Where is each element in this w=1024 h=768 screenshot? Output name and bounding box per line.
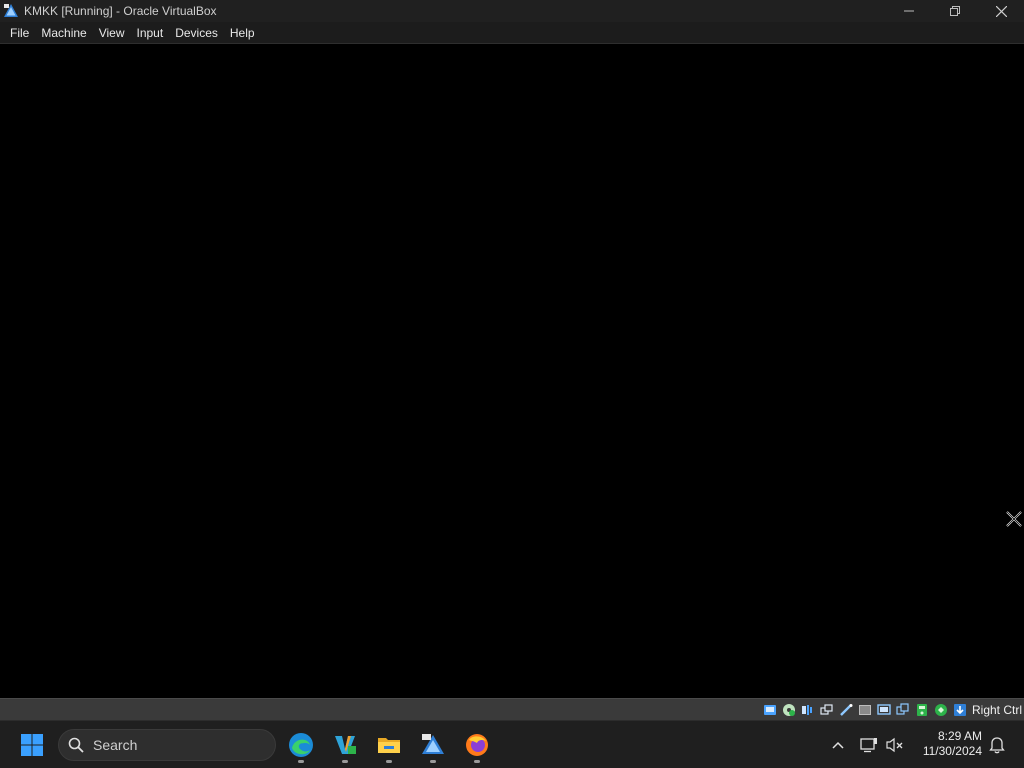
host-key-label[interactable]: Right Ctrl — [972, 703, 1022, 717]
taskbar-clock[interactable]: 8:29 AM 11/30/2024 — [912, 729, 988, 761]
taskbar-app-virtualbox[interactable] — [413, 727, 453, 763]
network-icon[interactable] — [820, 702, 835, 717]
search-label: Search — [93, 737, 138, 753]
close-icon — [995, 5, 1007, 17]
clock-time: 8:29 AM — [937, 729, 982, 743]
network-monitor-icon — [860, 738, 877, 753]
mouse-integration-icon[interactable] — [953, 702, 968, 717]
running-indicator — [430, 760, 436, 763]
display-icon[interactable] — [877, 702, 892, 717]
close-button[interactable] — [978, 0, 1024, 22]
menu-machine[interactable]: Machine — [35, 22, 92, 44]
audio-icon[interactable] — [801, 702, 816, 717]
network-status-button[interactable] — [858, 735, 880, 755]
virtualbox-icon[interactable] — [2, 2, 20, 20]
bell-icon — [989, 737, 1005, 754]
search-icon — [67, 736, 85, 754]
title-bar[interactable]: KMKK [Running] - Oracle VirtualBox — [0, 0, 1024, 22]
show-hidden-icons-button[interactable] — [828, 735, 848, 755]
move-cursor-icon — [1006, 511, 1022, 527]
menu-view[interactable]: View — [93, 22, 131, 44]
shared-folders-icon[interactable] — [858, 702, 873, 717]
vm-status-bar: Right Ctrl — [0, 698, 1024, 720]
menu-devices[interactable]: Devices — [169, 22, 224, 44]
volume-muted-icon — [886, 737, 903, 753]
taskbar-app-visual-studio[interactable] — [325, 727, 365, 763]
taskbar: Search 8:29 AM 11/30/2024 — [0, 720, 1024, 768]
taskbar-app-firefox[interactable] — [457, 727, 497, 763]
menu-help[interactable]: Help — [224, 22, 261, 44]
visual-studio-icon — [335, 736, 356, 754]
restore-icon — [950, 6, 960, 16]
running-indicator — [342, 760, 348, 763]
optical-drive-icon[interactable] — [782, 702, 797, 717]
taskbar-app-edge[interactable] — [281, 727, 321, 763]
running-indicator — [386, 760, 392, 763]
usb-icon[interactable] — [839, 702, 854, 717]
hard-disk-icon[interactable] — [763, 702, 778, 717]
menu-file[interactable]: File — [4, 22, 35, 44]
cpu-icon[interactable] — [934, 702, 949, 717]
taskbar-search[interactable]: Search — [58, 729, 276, 761]
menu-bar: File Machine View Input Devices Help — [0, 22, 1024, 44]
notifications-button[interactable] — [986, 735, 1008, 755]
running-indicator — [474, 760, 480, 763]
minimize-icon — [904, 10, 914, 12]
chevron-up-icon — [832, 741, 844, 749]
virtualbox-icon — [422, 734, 444, 754]
recording-icon[interactable] — [896, 702, 911, 717]
windows-logo-icon — [21, 734, 43, 756]
minimize-button[interactable] — [886, 0, 932, 22]
file-explorer-icon — [378, 738, 400, 753]
running-indicator — [298, 760, 304, 763]
taskbar-app-file-explorer[interactable] — [369, 727, 409, 763]
vrde-icon[interactable] — [915, 702, 930, 717]
window-controls — [886, 0, 1024, 22]
start-button[interactable] — [12, 727, 52, 763]
clock-date: 11/30/2024 — [922, 744, 982, 758]
window-title: KMKK [Running] - Oracle VirtualBox — [24, 4, 217, 18]
volume-button[interactable] — [884, 735, 906, 755]
vm-screen[interactable] — [0, 44, 1024, 698]
edge-icon — [289, 733, 313, 757]
firefox-icon — [466, 734, 488, 756]
restore-button[interactable] — [932, 0, 978, 22]
menu-input[interactable]: Input — [131, 22, 170, 44]
